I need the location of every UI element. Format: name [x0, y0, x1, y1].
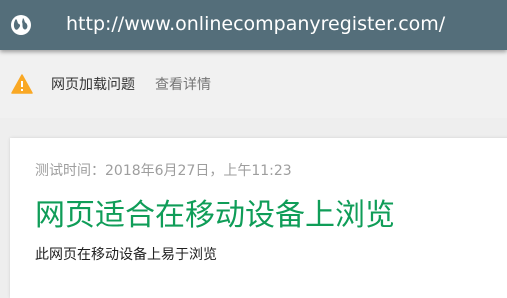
warning-text: 网页加载问题: [51, 77, 135, 93]
result-title: 网页适合在移动设备上浏览: [35, 198, 395, 233]
view-details-link[interactable]: 查看详情: [155, 76, 211, 94]
url-bar: http://www.onlinecompanyregister.com/: [0, 0, 507, 50]
result-subtitle: 此网页在移动设备上易于浏览: [35, 247, 217, 263]
globe-icon: [9, 13, 33, 37]
warning-bar: 网页加载问题 查看详情: [0, 50, 507, 118]
url-text[interactable]: http://www.onlinecompanyregister.com/: [66, 12, 445, 36]
result-card: 测试时间：2018年6月27日，上午11:23 网页适合在移动设备上浏览 此网页…: [10, 138, 507, 298]
test-time: 测试时间：2018年6月27日，上午11:23: [35, 163, 292, 179]
warning-icon: [11, 74, 33, 94]
